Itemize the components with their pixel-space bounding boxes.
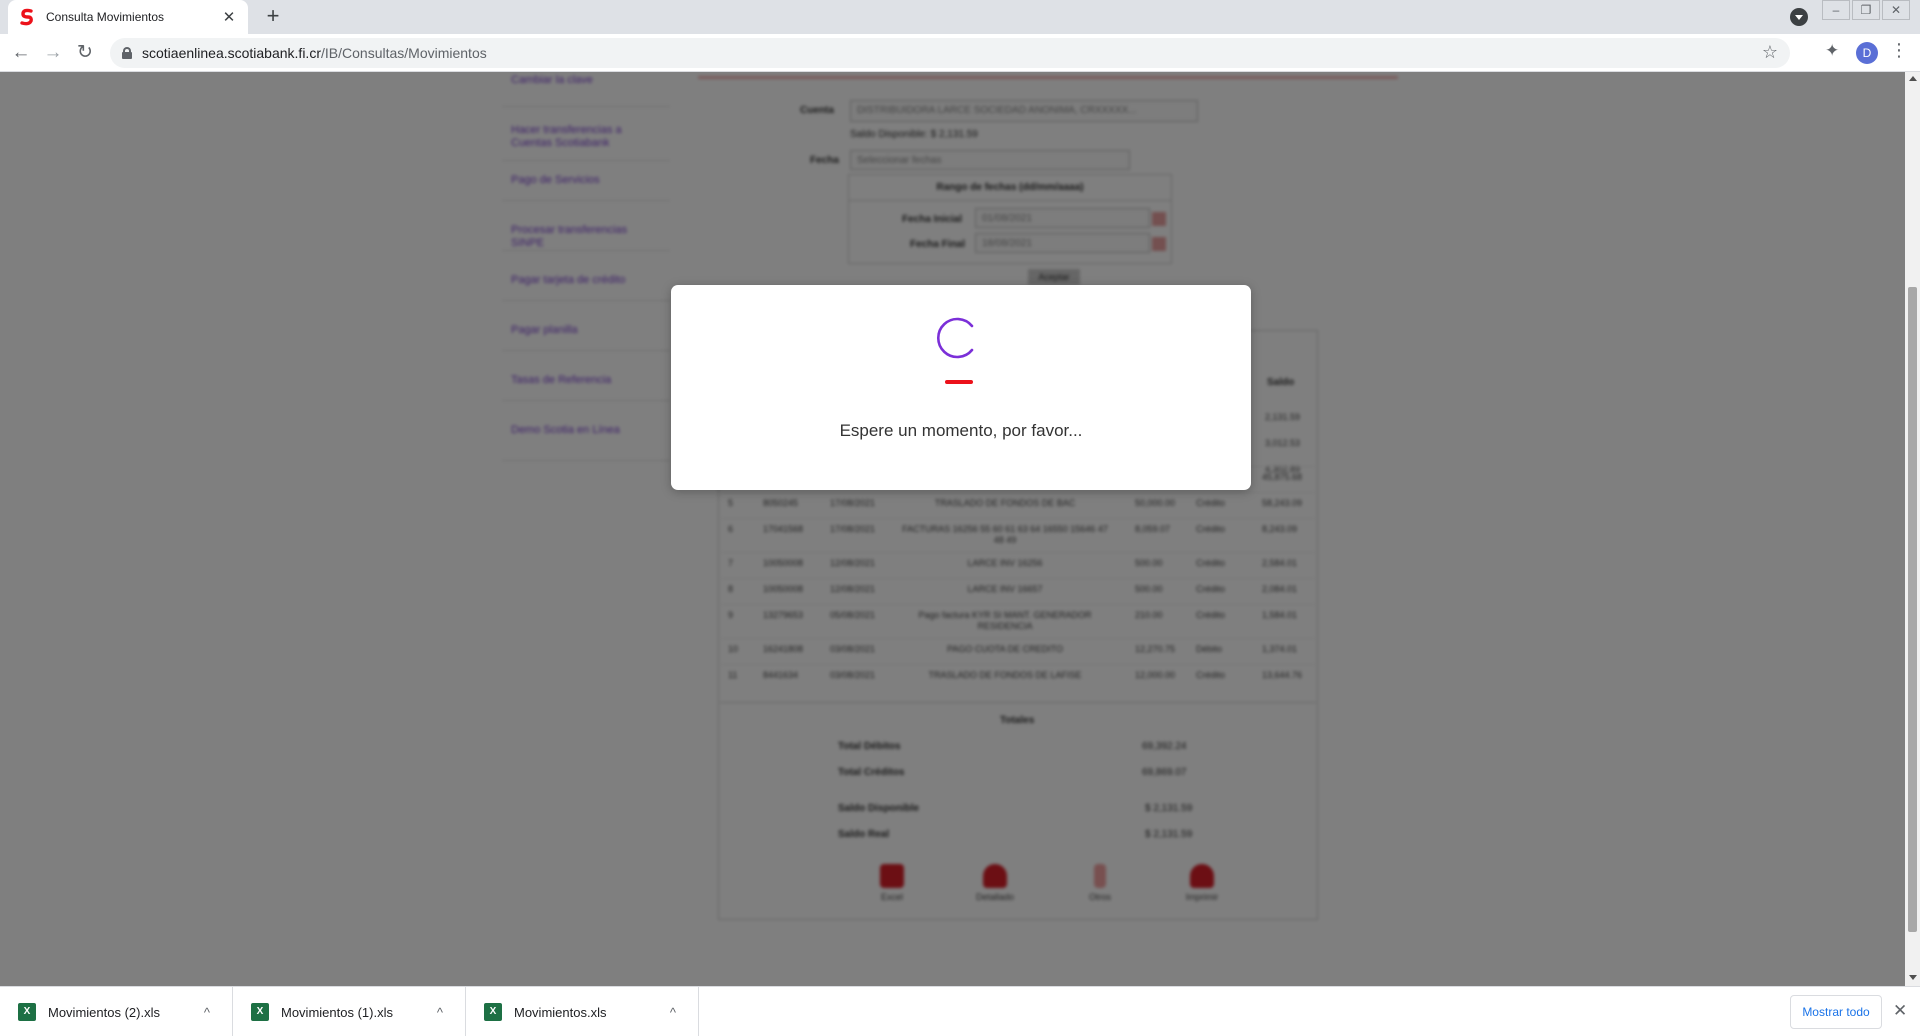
excel-file-icon: X <box>484 1003 502 1021</box>
modal-backdrop <box>0 72 1905 986</box>
scroll-down-arrow-icon[interactable] <box>1909 975 1917 980</box>
tab-search-icon[interactable] <box>1790 8 1808 26</box>
address-bar[interactable]: scotiaenlinea.scotiabank.fi.cr/IB/Consul… <box>110 38 1790 68</box>
minimize-window-button[interactable]: – <box>1822 0 1850 20</box>
loading-spinner-icon <box>936 317 974 359</box>
extensions-puzzle-icon[interactable]: ✦ <box>1825 41 1839 61</box>
chevron-up-icon[interactable]: ^ <box>204 1005 210 1020</box>
close-shelf-icon[interactable]: ✕ <box>1893 1001 1907 1021</box>
loading-message: Espere un momento, por favor... <box>839 421 1083 440</box>
lock-icon[interactable] <box>122 47 132 59</box>
show-all-downloads-button[interactable]: Mostrar todo <box>1790 995 1882 1029</box>
browser-tab[interactable]: Consulta Movimientos ✕ <box>8 0 248 34</box>
scroll-up-arrow-icon[interactable] <box>1909 76 1917 81</box>
scotiabank-logo-icon <box>20 8 33 26</box>
url-text[interactable]: scotiaenlinea.scotiabank.fi.cr/IB/Consul… <box>142 45 487 61</box>
scrollbar-thumb[interactable] <box>1908 287 1917 932</box>
new-tab-button[interactable]: + <box>260 4 286 30</box>
page-viewport: Cambiar la clave Hacer transferencias a … <box>0 72 1905 986</box>
download-item[interactable]: X Movimientos (2).xls ^ <box>0 987 233 1036</box>
back-icon[interactable]: ← <box>9 41 33 65</box>
browser-menu-icon[interactable]: ⋮ <box>1890 40 1908 61</box>
bookmark-star-icon[interactable]: ☆ <box>1762 42 1778 63</box>
profile-avatar[interactable]: D <box>1856 42 1878 64</box>
forward-icon[interactable]: → <box>41 41 65 65</box>
download-shelf: X Movimientos (2).xls ^ X Movimientos (1… <box>0 986 1920 1036</box>
download-item[interactable]: X Movimientos (1).xls ^ <box>233 987 466 1036</box>
loading-modal: Espere un momento, por favor... <box>671 285 1251 490</box>
chevron-up-icon[interactable]: ^ <box>437 1005 443 1020</box>
loading-bar <box>945 380 973 384</box>
excel-file-icon: X <box>251 1003 269 1021</box>
download-item[interactable]: X Movimientos.xls ^ <box>466 987 699 1036</box>
download-filename: Movimientos (1).xls <box>281 1004 393 1020</box>
tab-title: Consulta Movimientos <box>46 10 165 24</box>
reload-icon[interactable]: ↻ <box>73 41 97 65</box>
chevron-up-icon[interactable]: ^ <box>670 1005 676 1020</box>
close-window-button[interactable]: ✕ <box>1882 0 1910 20</box>
download-filename: Movimientos (2).xls <box>48 1004 160 1020</box>
tab-strip: Consulta Movimientos ✕ + – ❐ ✕ <box>0 0 1920 34</box>
tab-close-icon[interactable]: ✕ <box>220 8 238 26</box>
vertical-scrollbar[interactable] <box>1905 72 1920 986</box>
restore-window-button[interactable]: ❐ <box>1852 0 1880 20</box>
excel-file-icon: X <box>18 1003 36 1021</box>
browser-toolbar: ← → ↻ scotiaenlinea.scotiabank.fi.cr/IB/… <box>0 34 1920 72</box>
download-filename: Movimientos.xls <box>514 1004 607 1020</box>
